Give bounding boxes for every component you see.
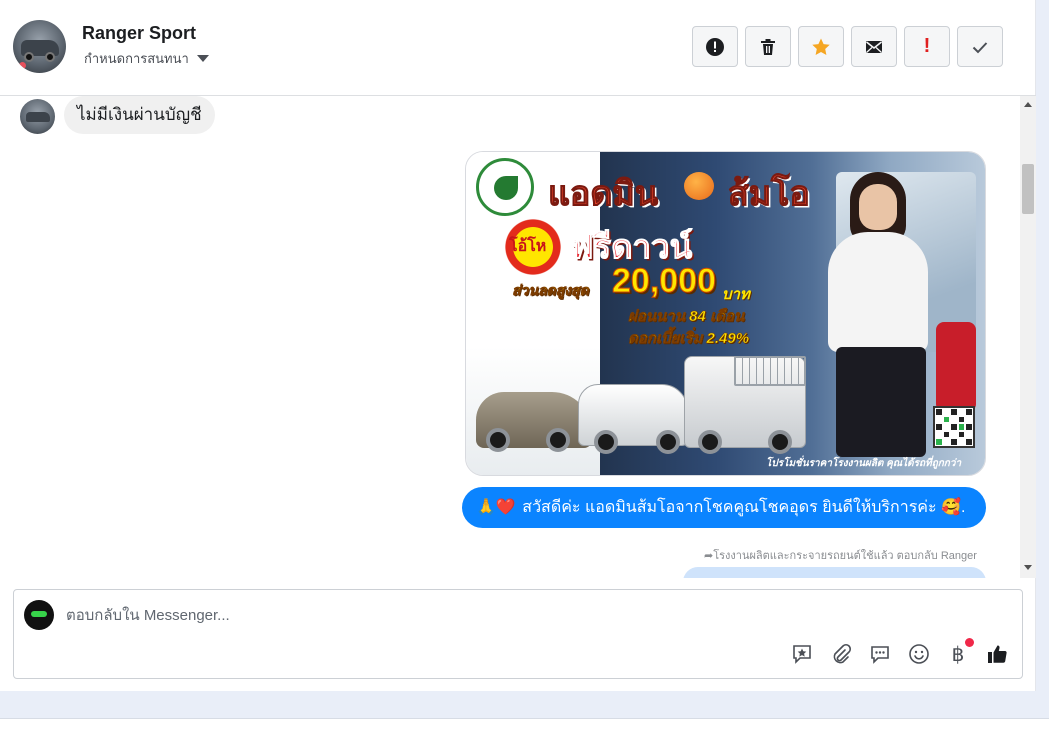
message-thread: ไม่มีเงินผ่านบัญชี แอดมิน ส้มโอ โอ้โห ฟร… <box>0 96 1020 578</box>
saved-reply-button[interactable] <box>790 642 814 666</box>
scroll-thumb[interactable] <box>1022 164 1034 214</box>
thumbs-up-icon <box>988 645 1007 663</box>
page-footer-band <box>0 691 1049 718</box>
notification-dot <box>965 638 974 647</box>
sender-avatar <box>20 99 55 134</box>
emoji-button[interactable] <box>907 642 931 666</box>
trash-icon <box>761 38 775 55</box>
star-button[interactable] <box>798 26 844 67</box>
discount-label: ส่วนลดสูงสุด <box>512 282 589 299</box>
attachment-icon <box>833 643 852 664</box>
mark-unread-button[interactable] <box>851 26 897 67</box>
promo-footer: โปรโมชั่นราคาโรงงานผลิต คุณได้รถที่ถูกกว… <box>766 458 962 469</box>
attach-button[interactable] <box>829 642 853 666</box>
thread-scrollbar[interactable] <box>1020 96 1036 578</box>
pray-heart-emoji: 🙏❤️ <box>476 499 516 516</box>
saved-reply-icon <box>793 645 811 664</box>
promo-headline-2: ส้มโอ <box>728 175 811 214</box>
reply-composer: ฿ <box>13 589 1023 679</box>
exclamation-icon: ! <box>923 35 931 57</box>
incoming-message[interactable]: ไม่มีเงินผ่านบัญชี <box>64 96 215 134</box>
delete-button[interactable] <box>745 26 791 67</box>
page-gutter <box>1036 0 1049 718</box>
scroll-down-arrow-icon[interactable] <box>1024 565 1032 570</box>
discount-amount: 20,000 <box>612 262 717 301</box>
baht-icon: ฿ <box>951 643 965 666</box>
page-avatar <box>24 600 54 630</box>
conversation-toolbar: ! <box>692 26 1003 67</box>
scroll-up-arrow-icon[interactable] <box>1024 102 1032 107</box>
reply-meta: ➦โรงงานผลิตและกระจายรถยนต์ใช้แล้ว ตอบกลั… <box>704 550 977 562</box>
composer-tools: ฿ <box>790 638 1009 666</box>
interest-text: ดอกเบี้ยเริ่ม 2.49% <box>628 330 750 348</box>
payment-button[interactable]: ฿ <box>946 638 974 666</box>
star-icon <box>812 38 830 55</box>
spam-button[interactable]: ! <box>904 26 950 67</box>
reply-arrow-icon: ➦ <box>704 550 714 562</box>
envelope-icon <box>866 40 882 53</box>
promo-headline: แอดมิน <box>547 175 659 214</box>
caret-down-icon <box>196 55 209 62</box>
quick-replies-button[interactable] <box>868 642 892 666</box>
check-icon <box>972 41 988 53</box>
emoji-icon <box>909 644 929 664</box>
avatar[interactable] <box>13 20 66 73</box>
smile-hearts-emoji: 🥰. <box>941 499 966 516</box>
reply-input[interactable] <box>66 602 966 628</box>
report-button[interactable] <box>692 26 738 67</box>
assign-label: กำหนดการสนทนา <box>84 51 189 66</box>
conversation-header: Ranger Sport กำหนดการสนทนา ! <box>0 0 1036 96</box>
page-bottom <box>0 718 1049 747</box>
orange-icon <box>684 172 714 200</box>
outgoing-message-partial[interactable] <box>683 567 986 578</box>
like-button[interactable] <box>985 642 1009 666</box>
chat-bubbles-icon <box>871 646 889 664</box>
installment-text: ผ่อนนาน 84 เดือน <box>628 308 745 326</box>
alert-circle-icon <box>706 37 724 56</box>
outgoing-message-text: สวัสดีค่ะ แอดมินส้มโอจากโชคคูณโชคอุดร ยิ… <box>522 499 937 516</box>
page-title[interactable]: Ranger Sport <box>82 23 196 44</box>
discount-unit: บาท <box>722 286 750 303</box>
dealer-logo <box>476 158 534 216</box>
promo-image-attachment[interactable]: แอดมิน ส้มโอ โอ้โห ฟรีดาวน์ ส่วนลดสูงสุด… <box>465 151 986 476</box>
qr-code <box>933 406 975 448</box>
burst-badge: โอ้โห <box>502 216 564 278</box>
outgoing-message[interactable]: 🙏❤️ สวัสดีค่ะ แอดมินส้มโอจากโชคคูณโชคอุด… <box>462 487 986 528</box>
inbox-conversation-panel: Ranger Sport กำหนดการสนทนา ! ไม่มีเงินผ่… <box>0 0 1036 691</box>
done-button[interactable] <box>957 26 1003 67</box>
assign-conversation-dropdown[interactable]: กำหนดการสนทนา <box>84 48 209 69</box>
